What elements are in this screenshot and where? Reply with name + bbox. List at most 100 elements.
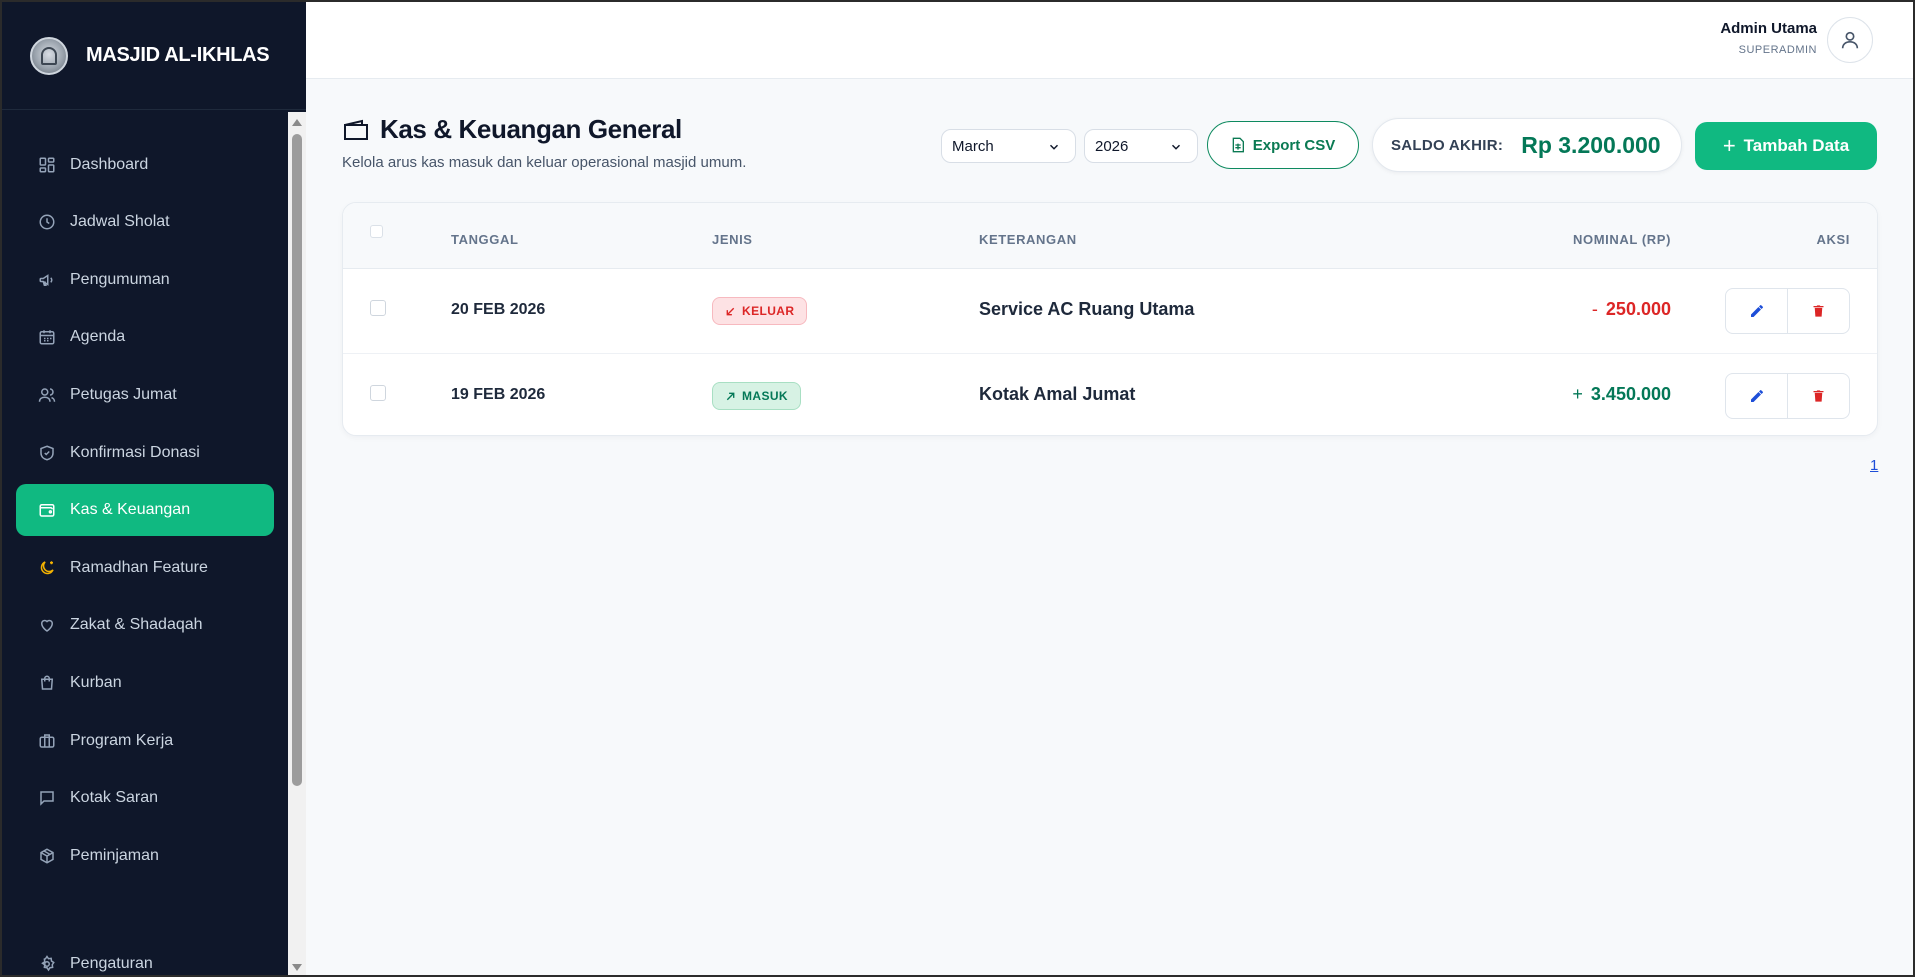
row-checkbox[interactable] <box>370 300 386 316</box>
sidebar-item-agenda[interactable]: Agenda <box>16 311 274 363</box>
heart-icon <box>36 614 58 636</box>
sidebar-item-dashboard[interactable]: Dashboard <box>16 139 274 191</box>
sidebar-item-label: Pengumuman <box>70 271 170 288</box>
column-header-keterangan[interactable]: KETERANGAN <box>979 232 1077 247</box>
table-header: TANGGAL JENIS KETERANGAN NOMINAL (RP) AK… <box>343 203 1877 269</box>
row-description: Service AC Ruang Utama <box>979 299 1195 319</box>
column-header-tanggal[interactable]: TANGGAL <box>451 232 519 247</box>
sidebar-item-ramadhan-feature[interactable]: Ramadhan Feature <box>16 542 274 594</box>
top-header: Admin Utama SUPERADMIN <box>306 2 1913 79</box>
sidebar-item-label: Pengaturan <box>70 955 153 972</box>
sidebar-item-label: Dashboard <box>70 156 149 173</box>
sidebar-item-label: Program Kerja <box>70 732 174 749</box>
column-header-nominal[interactable]: NOMINAL (RP) <box>1573 232 1671 247</box>
year-select[interactable]: 2026 <box>1084 129 1198 163</box>
wallet-icon <box>36 499 58 521</box>
plus-icon: + <box>1722 133 1736 158</box>
trash-icon <box>1813 305 1824 317</box>
pagination-page-link[interactable]: 1 <box>1870 457 1878 474</box>
export-csv-label: Export CSV <box>1252 136 1336 154</box>
sidebar-item-label: Zakat & Shadaqah <box>70 616 203 633</box>
row-date: 19 FEB 2026 <box>451 386 546 403</box>
scroll-up-arrow-icon[interactable] <box>292 119 302 126</box>
shopping-bag-icon <box>36 672 58 694</box>
sidebar-item-label: Jadwal Sholat <box>70 213 170 230</box>
shield-check-icon <box>36 442 58 464</box>
row-amount: -250.000 <box>1592 299 1671 320</box>
edit-button[interactable] <box>1726 374 1787 418</box>
user-role: SUPERADMIN <box>1738 44 1817 56</box>
amount-sign: - <box>1591 299 1598 319</box>
sidebar-item-program-kerja[interactable]: Program Kerja <box>16 715 274 767</box>
select-all-checkbox[interactable] <box>370 225 383 238</box>
saldo-value: Rp 3.200.000 <box>1521 131 1661 158</box>
export-csv-button[interactable]: Export CSV <box>1207 121 1359 169</box>
sidebar-item-label: Konfirmasi Donasi <box>70 444 200 461</box>
calendar-icon <box>36 326 58 348</box>
sidebar-item-zakat-shadaqah[interactable]: Zakat & Shadaqah <box>16 599 274 651</box>
sidebar-scrollbar[interactable] <box>288 112 306 975</box>
transactions-table: TANGGAL JENIS KETERANGAN NOMINAL (RP) AK… <box>342 202 1878 436</box>
amount-sign: + <box>1572 384 1583 404</box>
badge-label: MASUK <box>742 389 788 403</box>
column-header-jenis[interactable]: JENIS <box>712 232 753 247</box>
user-avatar[interactable] <box>1827 17 1873 63</box>
app-window: MASJID AL-IKHLAS Dashboard Jadwal Sholat… <box>0 0 1915 977</box>
delete-button[interactable] <box>1787 374 1849 418</box>
sidebar-item-peminjaman[interactable]: Peminjaman <box>16 830 274 882</box>
sidebar-item-konfirmasi-donasi[interactable]: Konfirmasi Donasi <box>16 427 274 479</box>
user-name: Admin Utama <box>1720 20 1817 37</box>
message-square-icon <box>36 787 58 809</box>
grid-icon <box>36 154 58 176</box>
row-actions <box>1725 288 1850 334</box>
sidebar-item-kas-keuangan[interactable]: Kas & Keuangan <box>16 484 274 536</box>
table-row: 19 FEB 2026 MASUK Kotak Amal Jumat +3.45… <box>343 353 1877 435</box>
user-icon <box>1841 31 1859 49</box>
month-select[interactable]: March <box>941 129 1076 163</box>
sidebar-item-kotak-saran[interactable]: Kotak Saran <box>16 772 274 824</box>
arrow-down-left-icon <box>726 307 735 315</box>
edit-button[interactable] <box>1726 289 1787 333</box>
pencil-icon <box>1750 305 1763 317</box>
pencil-icon <box>1750 390 1763 402</box>
row-date: 20 FEB 2026 <box>451 301 546 318</box>
type-badge-keluar: KELUAR <box>712 297 808 325</box>
table-row: 20 FEB 2026 KELUAR Service AC Ruang Utam… <box>343 269 1877 353</box>
moon-star-icon <box>36 557 58 579</box>
box-icon <box>36 845 58 867</box>
scrollbar-thumb[interactable] <box>292 134 302 786</box>
year-select-value: 2026 <box>1095 137 1129 155</box>
chevron-down-icon <box>1171 144 1181 150</box>
scroll-down-arrow-icon[interactable] <box>292 964 302 971</box>
trash-icon <box>1813 390 1824 402</box>
sidebar-item-label: Kurban <box>70 674 122 691</box>
page-subtitle: Kelola arus kas masuk dan keluar operasi… <box>342 154 747 171</box>
chevron-down-icon <box>1049 144 1059 150</box>
month-select-value: March <box>952 137 994 155</box>
sidebar-item-label: Ramadhan Feature <box>70 559 208 576</box>
amount-value: 3.450.000 <box>1590 384 1671 404</box>
row-actions <box>1725 373 1850 419</box>
clock-icon <box>36 211 58 233</box>
sidebar-item-kurban[interactable]: Kurban <box>16 657 274 709</box>
page-title: Kas & Keuangan General <box>380 114 682 144</box>
add-data-button[interactable]: + Tambah Data <box>1695 122 1877 170</box>
briefcase-icon <box>36 730 58 752</box>
mosque-logo-icon <box>30 36 68 75</box>
row-amount: +3.450.000 <box>1572 384 1671 405</box>
sidebar-item-pengumuman[interactable]: Pengumuman <box>16 254 274 306</box>
sidebar-item-pengaturan[interactable]: Pengaturan <box>16 938 274 975</box>
sidebar-item-petugas-jumat[interactable]: Petugas Jumat <box>16 369 274 421</box>
sidebar-item-label: Kotak Saran <box>70 789 159 806</box>
sidebar-item-label: Peminjaman <box>70 847 159 864</box>
sidebar-item-jadwal-sholat[interactable]: Jadwal Sholat <box>16 196 274 248</box>
delete-button[interactable] <box>1787 289 1849 333</box>
badge-label: KELUAR <box>742 304 795 318</box>
row-checkbox[interactable] <box>370 385 386 401</box>
brand[interactable]: MASJID AL-IKHLAS <box>2 2 306 110</box>
sidebar-item-label: Agenda <box>70 328 126 345</box>
page-heading: Kas & Keuangan General <box>342 114 682 145</box>
sidebar-item-label: Kas & Keuangan <box>70 501 191 518</box>
brand-title: MASJID AL-IKHLAS <box>86 44 270 66</box>
users-icon <box>36 384 58 406</box>
